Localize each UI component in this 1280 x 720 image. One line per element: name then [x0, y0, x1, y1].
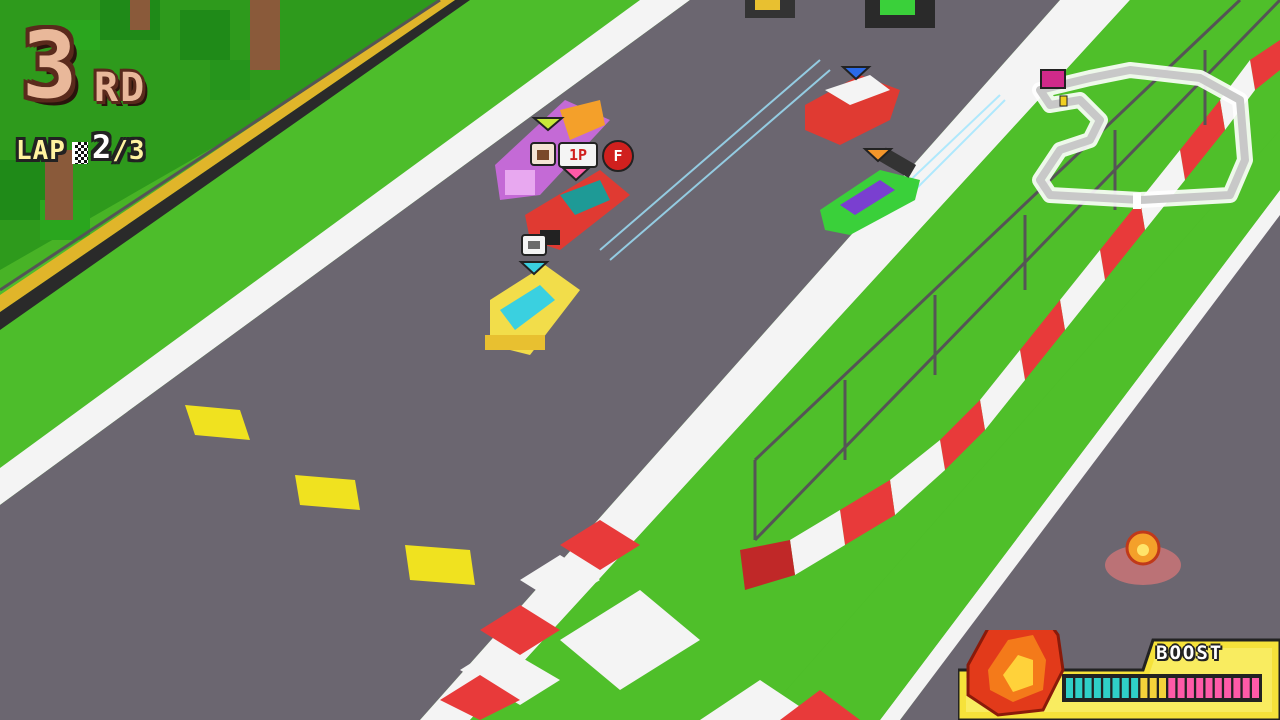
car-top-1: [745, 0, 795, 18]
boost-segment: [1075, 678, 1083, 698]
car-top-2: [865, 0, 935, 28]
boost-segment: [1186, 678, 1194, 698]
boost-segment: [1252, 678, 1259, 698]
boost-segment: [1196, 678, 1204, 698]
boost-panel-frame: [958, 630, 1280, 720]
boost-label: BOOST: [1156, 642, 1224, 664]
boost-panel: BOOST: [958, 630, 1280, 720]
boost-bar: [1066, 678, 1259, 698]
player-minimap-marker: [1040, 69, 1066, 89]
boost-segment: [1214, 678, 1222, 698]
race-position: 3 RD LAP 2/3: [14, 20, 214, 170]
boost-segment: [1177, 678, 1185, 698]
boost-segment: [1140, 678, 1148, 698]
boost-segment: [1233, 678, 1241, 698]
boost-segment: [1121, 678, 1129, 698]
boost-segment: [1112, 678, 1120, 698]
position-suffix: RD: [94, 65, 147, 111]
boost-segment: [1103, 678, 1111, 698]
boost-segment: [1168, 678, 1176, 698]
lap-current: 2: [91, 128, 112, 166]
lap-separator: /: [112, 136, 128, 166]
position-number: 3: [22, 12, 78, 119]
player-tag: 1P: [558, 142, 598, 168]
boost-segment: [1066, 678, 1073, 698]
boost-segment: [1084, 678, 1092, 698]
boost-segment: [1205, 678, 1213, 698]
race-scene: 1P F 3 RD LAP 2/3 BOOST: [0, 0, 1280, 720]
fire-badge-icon: F: [602, 140, 634, 172]
boost-segment: [1159, 678, 1166, 698]
boost-segment: [1093, 678, 1101, 698]
tree-trunk: [250, 0, 280, 70]
boost-segment: [1149, 678, 1157, 698]
boost-segment: [1242, 678, 1250, 698]
lap-label: LAP: [16, 136, 66, 166]
lap-total: 3: [128, 136, 145, 166]
boost-segment: [1224, 678, 1232, 698]
checkered-flag-icon: [71, 142, 88, 164]
lap-counter: LAP 2/3: [16, 128, 145, 168]
boost-segment: [1131, 678, 1139, 698]
